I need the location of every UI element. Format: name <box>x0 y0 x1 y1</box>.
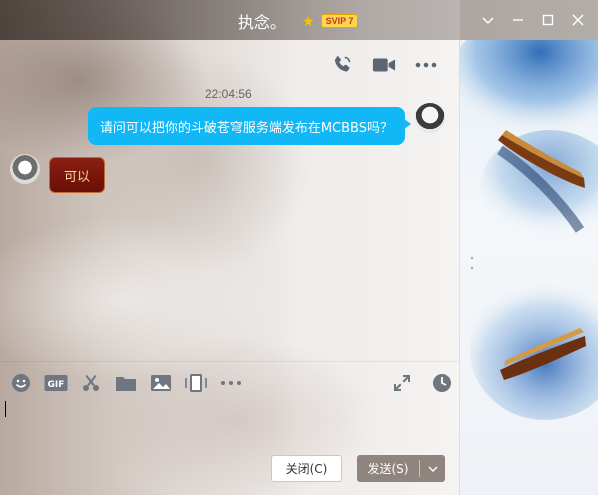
message-timestamp: 22:04:56 <box>205 87 252 101</box>
chat-window: 执念。 ★ SVIP 7 22:04:56 请问可以把你的斗破苍穹服务端发布在M… <box>0 0 598 495</box>
expand-icon[interactable] <box>390 371 414 395</box>
chevron-down-icon[interactable] <box>420 464 445 474</box>
chevron-down-icon[interactable] <box>476 8 500 32</box>
self-avatar[interactable] <box>415 103 445 133</box>
more-icon[interactable] <box>219 371 243 395</box>
folder-icon[interactable] <box>114 371 138 395</box>
history-icon[interactable] <box>430 371 454 395</box>
close-icon[interactable] <box>566 8 590 32</box>
input-right-tools <box>390 371 454 395</box>
outgoing-message-bubble[interactable]: 请问可以把你的斗破苍穹服务端发布在MCBBS吗？ <box>87 107 412 145</box>
contact-name[interactable]: 执念。 <box>238 9 286 33</box>
send-button[interactable]: 发送(S) <box>357 455 445 482</box>
vip-badge[interactable]: SVIP 7 <box>320 14 359 28</box>
star-icon: ★ <box>302 12 315 29</box>
scissors-icon[interactable] <box>79 371 103 395</box>
send-button-label[interactable]: 发送(S) <box>357 460 419 477</box>
maximize-icon[interactable] <box>536 8 560 32</box>
side-panel <box>450 10 598 495</box>
screen-share-icon[interactable] <box>184 371 208 395</box>
incoming-message-bubble[interactable]: 可以 <box>49 157 106 193</box>
title-area: 执念。 ★ SVIP 7 <box>238 9 359 33</box>
close-button[interactable]: 关闭(C) <box>271 455 342 482</box>
title-bar: 执念。 ★ SVIP 7 <box>0 0 598 40</box>
window-controls <box>476 8 590 32</box>
chat-toolbar <box>330 53 438 77</box>
gif-icon[interactable]: GIF <box>44 371 68 395</box>
input-toolbar: GIF <box>9 371 243 395</box>
contact-avatar[interactable] <box>10 154 40 184</box>
image-icon[interactable] <box>149 371 173 395</box>
input-divider <box>0 361 459 362</box>
minimize-icon[interactable] <box>506 8 530 32</box>
emoji-icon[interactable] <box>9 371 33 395</box>
voice-call-icon[interactable] <box>330 53 354 77</box>
boat-illustration <box>450 10 598 420</box>
more-icon[interactable] <box>414 53 438 77</box>
video-call-icon[interactable] <box>372 53 396 77</box>
gif-icon-label: GIF <box>48 380 65 390</box>
text-input-caret[interactable] <box>5 401 6 417</box>
